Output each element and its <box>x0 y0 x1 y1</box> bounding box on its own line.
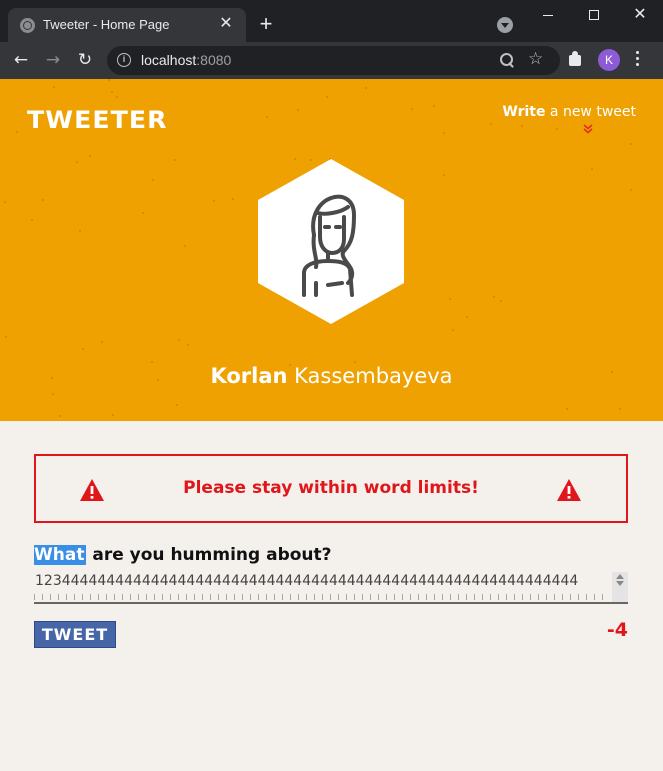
texture-speck <box>490 123 492 125</box>
user-first-name: Korlan <box>210 364 288 388</box>
compose-link-rest: a new tweet <box>545 104 636 120</box>
back-button[interactable]: ← <box>9 48 33 72</box>
texture-speck <box>354 361 356 363</box>
tweet-text-value: 1234444444444444444444444444444444444444… <box>35 573 579 589</box>
extensions-icon[interactable] <box>567 50 585 68</box>
texture-speck <box>16 131 18 133</box>
texture-speck <box>59 415 61 417</box>
texture-speck <box>591 168 593 170</box>
texture-speck <box>79 230 81 232</box>
tweet-submit-button[interactable]: TWEET <box>34 621 116 648</box>
texture-speck <box>101 341 103 343</box>
texture-speck <box>630 189 632 191</box>
texture-speck <box>443 132 445 134</box>
address-bar[interactable]: i localhost:8080 ☆ <box>107 46 560 75</box>
warning-triangle-icon <box>557 479 581 501</box>
texture-speck <box>187 344 189 346</box>
error-message: Please stay within word limits! <box>183 478 479 498</box>
tab-home[interactable]: Tweeter - Home Page ✕ <box>8 8 246 42</box>
profile-header: TWEETER Write a new tweet Korlan Kassemb… <box>0 79 663 421</box>
texture-speck <box>433 105 435 107</box>
user-full-name: Korlan Kassembayeva <box>0 364 663 388</box>
url-port: :8080 <box>196 52 232 68</box>
texture-speck <box>449 298 451 300</box>
textarea-scrollbar[interactable] <box>612 572 628 602</box>
close-window-button[interactable]: ✕ <box>617 0 663 30</box>
texture-speck <box>213 200 215 202</box>
texture-speck <box>493 296 495 298</box>
texture-speck <box>142 212 144 214</box>
texture-speck <box>566 408 568 410</box>
texture-speck <box>452 329 454 331</box>
texture-speck <box>52 393 54 395</box>
globe-icon <box>20 18 35 33</box>
texture-speck <box>4 201 6 203</box>
maximize-button[interactable] <box>571 0 617 30</box>
texture-speck <box>556 128 558 130</box>
texture-speck <box>108 79 110 81</box>
user-hexagon-avatar-icon <box>258 159 404 324</box>
info-icon[interactable]: i <box>117 53 131 67</box>
texture-speck <box>500 300 502 302</box>
texture-speck <box>232 198 234 200</box>
texture-speck <box>31 219 33 221</box>
texture-speck <box>411 108 413 110</box>
prompt-rest-text: are you humming about? <box>86 545 332 565</box>
user-last-name: Kassembayeva <box>287 364 453 388</box>
write-new-tweet-link[interactable]: Write a new tweet <box>502 104 636 120</box>
forward-button[interactable]: → <box>41 48 65 72</box>
error-alert: Please stay within word limits! <box>34 454 628 523</box>
url-text[interactable]: localhost:8080 <box>141 52 231 68</box>
profile-avatar[interactable]: K <box>598 49 620 71</box>
texture-speck <box>326 96 328 98</box>
texture-speck <box>5 336 7 338</box>
texture-speck <box>42 199 44 201</box>
texture-speck <box>297 109 299 111</box>
texture-speck <box>466 316 468 318</box>
tab-search-icon[interactable] <box>497 17 513 33</box>
texture-speck <box>53 86 55 88</box>
tab-title: Tweeter - Home Page <box>43 17 170 32</box>
texture-speck <box>630 143 632 145</box>
texture-speck <box>178 339 180 341</box>
texture-speck <box>152 179 154 181</box>
tweeter-logo[interactable]: TWEETER <box>27 106 168 134</box>
zoom-icon[interactable] <box>499 52 515 68</box>
compose-link-bold: Write <box>502 104 546 120</box>
texture-speck <box>619 408 621 410</box>
bookmark-star-icon[interactable]: ☆ <box>528 49 543 69</box>
texture-speck <box>111 91 113 93</box>
texture-speck <box>89 155 91 157</box>
texture-speck <box>365 87 367 89</box>
browser-toolbar: ← → ↻ i localhost:8080 ☆ K <box>0 42 663 79</box>
prompt-selected-text: What <box>34 545 87 565</box>
url-host: localhost <box>141 52 197 68</box>
texture-speck <box>521 125 523 127</box>
browser-chrome: Tweeter - Home Page ✕ + ✕ ← → ↻ i localh… <box>0 0 663 79</box>
minimize-button[interactable] <box>525 0 571 30</box>
texture-speck <box>116 96 118 98</box>
texture-speck <box>76 161 78 163</box>
reload-button[interactable]: ↻ <box>73 48 97 72</box>
double-chevron-down-icon[interactable] <box>583 124 593 136</box>
texture-speck <box>174 159 176 161</box>
tab-strip: Tweeter - Home Page ✕ + ✕ <box>0 0 663 42</box>
texture-speck <box>443 174 445 176</box>
texture-speck <box>184 245 186 247</box>
texture-speck <box>112 414 114 416</box>
texture-speck <box>151 361 153 363</box>
kebab-menu-icon[interactable] <box>636 51 640 69</box>
character-counter: -4 <box>606 619 628 641</box>
tweet-prompt-label: What are you humming about? <box>34 545 332 565</box>
texture-speck <box>266 116 268 118</box>
texture-speck <box>82 348 84 350</box>
texture-speck <box>176 404 178 406</box>
new-tab-button[interactable]: + <box>254 12 278 36</box>
tab-close-icon[interactable]: ✕ <box>216 14 236 34</box>
tweet-textarea[interactable]: 1234444444444444444444444444444444444444… <box>34 572 628 604</box>
spellcheck-underline <box>34 594 609 600</box>
